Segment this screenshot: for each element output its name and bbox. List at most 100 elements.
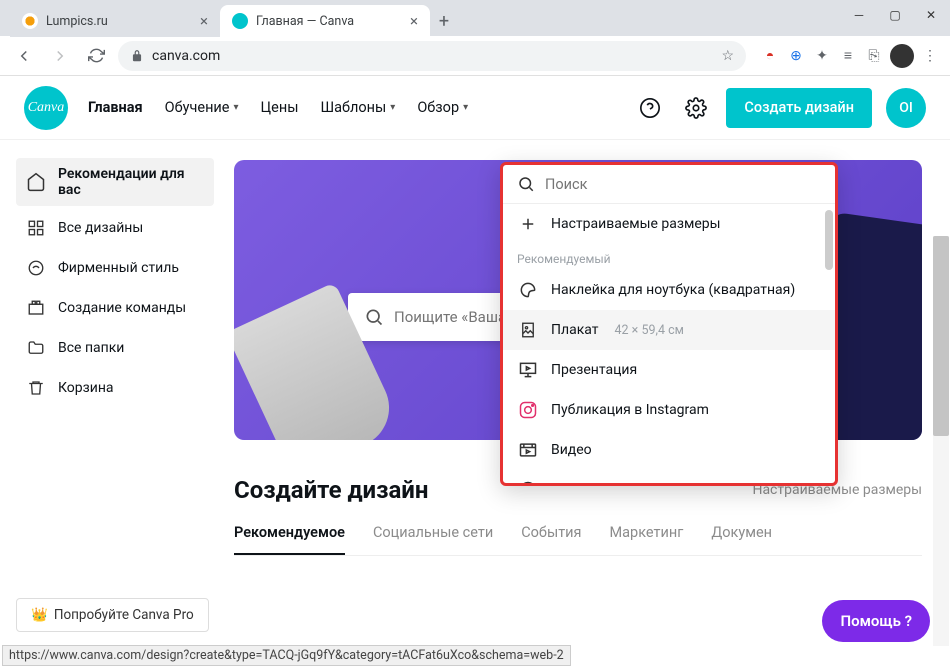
sidebar-label: Корзина <box>58 380 114 396</box>
help-button[interactable]: Помощь ? <box>822 600 930 642</box>
close-icon[interactable]: × <box>410 12 418 30</box>
dropdown-search[interactable] <box>503 165 835 204</box>
maximize-icon[interactable]: ▢ <box>888 8 902 22</box>
dropdown-item-poster[interactable]: Плакат 42 × 59,4 см <box>503 310 835 350</box>
close-icon[interactable]: × <box>200 12 208 30</box>
sidebar-item-trash[interactable]: Корзина <box>16 370 214 406</box>
dropdown-item-custom[interactable]: Настраиваемые размеры <box>503 204 835 244</box>
dropdown-label: Презентация <box>551 362 637 378</box>
presentation-icon <box>517 359 539 381</box>
lock-icon <box>130 49 144 63</box>
sticker-icon <box>517 279 539 301</box>
extension-icon[interactable]: ⎘ <box>864 46 884 66</box>
home-icon <box>26 172 46 192</box>
poster-icon <box>517 319 539 341</box>
star-icon[interactable]: ☆ <box>721 48 734 64</box>
tab-title: Lumpics.ru <box>46 14 108 29</box>
category-tabs: Рекомендуемое Социальные сети События Ма… <box>234 524 922 556</box>
tab-events[interactable]: События <box>521 524 581 555</box>
create-design-dropdown: Настраиваемые размеры Рекомендуемый Накл… <box>500 162 838 486</box>
tab-title: Главная — Canva <box>256 14 354 29</box>
gear-icon[interactable] <box>680 92 712 124</box>
nav-prices[interactable]: Цены <box>261 99 299 116</box>
extension-icon[interactable]: ⊕ <box>786 46 806 66</box>
dropdown-scrollbar[interactable] <box>825 210 833 270</box>
crown-icon: 👑 <box>31 607 48 623</box>
nav-home[interactable]: Главная <box>88 99 143 116</box>
dropdown-label: Логотип <box>551 482 605 483</box>
sidebar-item-all-designs[interactable]: Все дизайны <box>16 210 214 246</box>
sidebar-item-team[interactable]: Создание команды <box>16 290 214 326</box>
help-icon[interactable] <box>634 92 666 124</box>
chevron-down-icon: ▾ <box>234 102 239 113</box>
try-pro-button[interactable]: 👑 Попробуйте Canva Pro <box>16 598 209 632</box>
menu-icon[interactable]: ⋮ <box>920 46 940 66</box>
main-nav: Главная Обучение▾ Цены Шаблоны▾ Обзор▾ <box>88 99 468 116</box>
search-icon <box>517 175 535 193</box>
minimize-icon[interactable]: ─ <box>852 8 866 22</box>
dropdown-item-sticker[interactable]: Наклейка для ноутбука (квадратная) <box>503 270 835 310</box>
logo-icon: Co <box>517 479 539 483</box>
new-tab-button[interactable]: + <box>430 7 458 35</box>
video-icon <box>517 439 539 461</box>
dropdown-label: Плакат <box>551 322 599 338</box>
plus-icon <box>517 213 539 235</box>
address-bar[interactable]: canva.com ☆ <box>118 41 746 71</box>
extensions-icon[interactable]: ✦ <box>812 46 832 66</box>
dropdown-label: Наклейка для ноутбука (квадратная) <box>551 282 795 298</box>
url-text: canva.com <box>152 48 220 64</box>
dropdown-label: Публикация в Instagram <box>551 402 709 418</box>
extension-icon[interactable]: ◓ <box>760 46 780 66</box>
browser-tab-active[interactable]: Главная — Canva × <box>220 5 430 37</box>
dropdown-body: Настраиваемые размеры Рекомендуемый Накл… <box>503 204 835 483</box>
tab-marketing[interactable]: Маркетинг <box>610 524 684 555</box>
sidebar-item-recommendations[interactable]: Рекомендации для вас <box>16 158 214 206</box>
instagram-icon <box>517 399 539 421</box>
browser-tabstrip: Lumpics.ru × Главная — Canva × + <box>0 0 950 36</box>
sidebar-item-folders[interactable]: Все папки <box>16 330 214 366</box>
status-bar: https://www.canva.com/design?create&type… <box>2 645 571 666</box>
team-icon <box>26 298 46 318</box>
sidebar-label: Создание команды <box>58 300 186 316</box>
nav-learn[interactable]: Обучение▾ <box>165 99 239 116</box>
sidebar-label: Рекомендации для вас <box>58 166 204 198</box>
tab-documents[interactable]: Докумен <box>711 524 772 555</box>
section-title: Создайте дизайн <box>234 476 428 504</box>
dropdown-section-label: Рекомендуемый <box>503 244 835 270</box>
search-icon <box>364 307 384 327</box>
create-design-button[interactable]: Создать дизайн <box>726 88 872 128</box>
sidebar-item-brand[interactable]: Фирменный стиль <box>16 250 214 286</box>
tab-recommended[interactable]: Рекомендуемое <box>234 524 345 555</box>
trash-icon <box>26 378 46 398</box>
user-avatar[interactable]: OI <box>886 88 926 128</box>
browser-tab[interactable]: Lumpics.ru × <box>10 5 220 37</box>
dropdown-label: Настраиваемые размеры <box>551 216 721 232</box>
window-controls: ─ ▢ ✕ <box>852 8 938 22</box>
chevron-down-icon: ▾ <box>463 102 468 113</box>
dropdown-label: Видео <box>551 442 592 458</box>
browser-toolbar: canva.com ☆ ◓ ⊕ ✦ ≡ ⎘ ⋮ <box>0 36 950 76</box>
favicon-icon <box>22 13 38 29</box>
dropdown-search-input[interactable] <box>545 176 821 193</box>
extension-icon[interactable]: ≡ <box>838 46 858 66</box>
reload-button[interactable] <box>82 42 110 70</box>
nav-templates[interactable]: Шаблоны▾ <box>320 99 395 116</box>
back-button[interactable] <box>10 42 38 70</box>
grid-icon <box>26 218 46 238</box>
canva-logo[interactable]: Canva <box>24 86 68 130</box>
nav-browse[interactable]: Обзор▾ <box>417 99 468 116</box>
sidebar-label: Все папки <box>58 340 124 356</box>
page-scrollbar[interactable] <box>933 236 949 646</box>
app-header: Canva Главная Обучение▾ Цены Шаблоны▾ Об… <box>0 76 950 140</box>
dropdown-item-instagram[interactable]: Публикация в Instagram <box>503 390 835 430</box>
dropdown-item-presentation[interactable]: Презентация <box>503 350 835 390</box>
close-window-icon[interactable]: ✕ <box>924 8 938 22</box>
chevron-down-icon: ▾ <box>390 102 395 113</box>
forward-button[interactable] <box>46 42 74 70</box>
dropdown-item-video[interactable]: Видео <box>503 430 835 470</box>
sidebar: Рекомендации для вас Все дизайны Фирменн… <box>0 140 230 646</box>
dropdown-item-logo[interactable]: Co Логотип <box>503 470 835 483</box>
profile-avatar[interactable] <box>890 44 914 68</box>
favicon-icon <box>232 13 248 29</box>
tab-social[interactable]: Социальные сети <box>373 524 493 555</box>
